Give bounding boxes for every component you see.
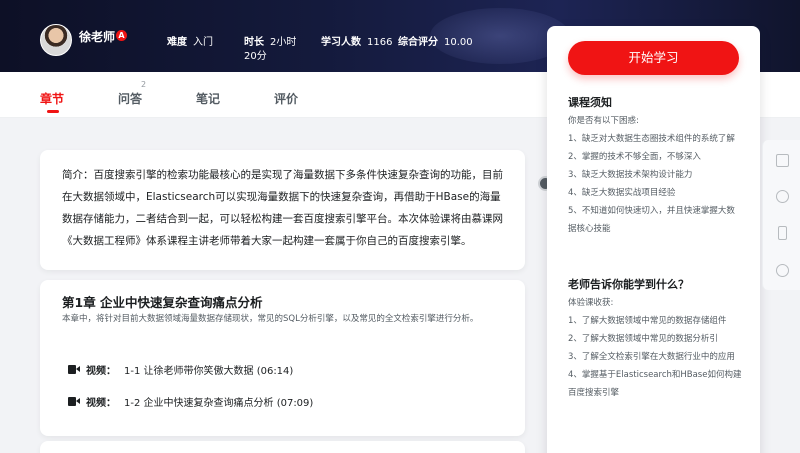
notice-list: 你是否有以下困惑: 1、缺乏对大数据生态圈技术组件的系统了解 2、掌握的技术不够… [568, 112, 743, 238]
active-tab-indicator [47, 110, 59, 113]
lesson-type: 视频： [86, 366, 116, 377]
students-info: 学习人数 1166 [321, 36, 392, 50]
students-value: 1166 [367, 37, 393, 48]
course-intro-card: 简介：百度搜索引擎的检索功能最核心的是实现了海量数据下多条件快速复杂查询的功能，… [40, 150, 525, 270]
phone-icon[interactable] [778, 226, 787, 240]
notice-item: 2、掌握的技术不够全面，不够深入 [568, 152, 701, 162]
notice-heading: 课程须知 [568, 96, 612, 109]
course-side-panel: 开始学习 课程须知 你是否有以下困惑: 1、缺乏对大数据生态圈技术组件的系统了解… [547, 26, 760, 453]
difficulty-value: 入门 [193, 37, 213, 48]
lesson-item[interactable]: 视频： 1-1 让徐老师带你笑傲大数据 (06:14) [68, 362, 293, 377]
students-label: 学习人数 [321, 37, 361, 48]
right-tool-rail [762, 140, 800, 290]
difficulty-info: 难度 入门 [167, 36, 213, 50]
learn-item: 3、了解全文检索引擎在大数据行业中的应用 [568, 352, 735, 362]
feedback-icon[interactable] [776, 154, 789, 167]
teacher-badge-icon: A [116, 30, 127, 41]
chapter-card: 第1章 企业中快速复杂查询痛点分析 本章中，将针对目前大数据领域海量数据存储现状… [40, 280, 525, 436]
tab-qa[interactable]: 问答 [118, 90, 142, 107]
tab-reviews[interactable]: 评价 [274, 90, 298, 107]
learn-heading: 老师告诉你能学到什么？ [568, 278, 689, 291]
notice-item: 4、缺乏大数据实战项目经验 [568, 188, 676, 198]
teacher-avatar[interactable] [40, 24, 72, 56]
rating-value: 10.00 [444, 37, 473, 48]
chapter-title: 第1章 企业中快速复杂查询痛点分析 [62, 295, 263, 310]
tab-notes[interactable]: 笔记 [196, 90, 220, 107]
notice-item: 1、缺乏对大数据生态圈技术组件的系统了解 [568, 134, 735, 144]
learn-item: 体验课收获: [568, 298, 614, 308]
lesson-item[interactable]: 视频： 1-2 企业中快速复杂查询痛点分析 (07:09) [68, 394, 313, 409]
chat-icon[interactable] [776, 264, 789, 277]
teacher-name[interactable]: 徐老师 [79, 28, 115, 45]
lesson-title: 1-2 企业中快速复杂查询痛点分析 (07:09) [124, 398, 314, 409]
start-learning-button[interactable]: 开始学习 [568, 41, 739, 75]
help-icon[interactable] [776, 190, 789, 203]
learn-list: 体验课收获: 1、了解大数据领域中常见的数据存储组件 2、了解大数据领域中常见的… [568, 294, 743, 402]
difficulty-label: 难度 [167, 37, 187, 48]
rating-info: 综合评分 10.00 [398, 36, 473, 50]
notice-item: 3、缺乏大数据技术架构设计能力 [568, 170, 693, 180]
lesson-type: 视频： [86, 398, 116, 409]
notice-item: 你是否有以下困惑: [568, 116, 639, 126]
video-icon [68, 397, 80, 406]
duration-label: 时长 [244, 37, 264, 48]
learn-item: 4、掌握基于Elasticsearch和HBase如何构建百度搜索引擎 [568, 370, 742, 398]
learn-item: 1、了解大数据领域中常见的数据存储组件 [568, 316, 727, 326]
rating-label: 综合评分 [398, 37, 438, 48]
tab-chapters[interactable]: 章节 [40, 90, 64, 107]
qa-count-badge: 2 [141, 80, 147, 89]
chapter-description: 本章中，将针对目前大数据领域海量数据存储现状，常见的SQL分析引擎，以及常见的全… [62, 314, 479, 324]
next-chapter-card [40, 441, 525, 453]
course-intro-text: 简介：百度搜索引擎的检索功能最核心的是实现了海量数据下多条件快速复杂查询的功能，… [62, 169, 503, 247]
duration-info: 时长 2小时20分 [244, 36, 308, 64]
notice-item: 5、不知道如何快速切入，并且快速掌握大数据核心技能 [568, 206, 735, 234]
learn-item: 2、了解大数据领域中常见的数据分析引 [568, 334, 718, 344]
lesson-title: 1-1 让徐老师带你笑傲大数据 (06:14) [124, 366, 294, 377]
video-icon [68, 365, 80, 374]
